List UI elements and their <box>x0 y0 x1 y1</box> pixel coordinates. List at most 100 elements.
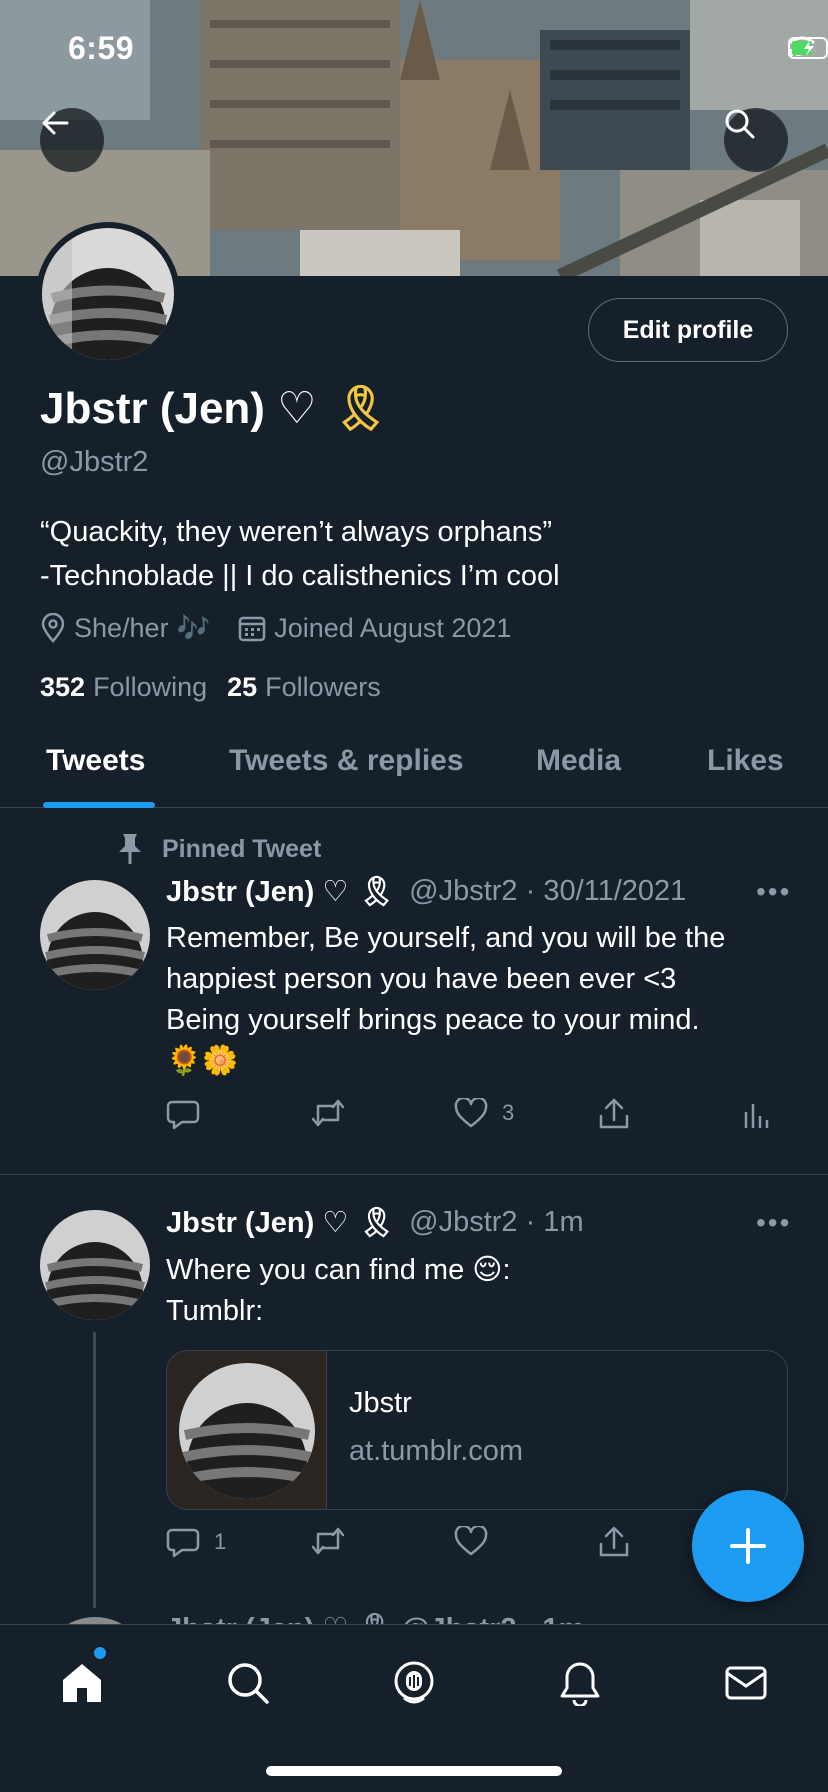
tweet-meta: @Jbstr2 · 1m <box>409 1206 584 1238</box>
analytics-button[interactable] <box>742 1098 772 1130</box>
following-count: 352 <box>40 672 86 702</box>
active-tab-indicator <box>43 802 155 808</box>
avatar-image <box>178 1363 315 1499</box>
ribbon-emoji: 🎗 <box>358 875 396 908</box>
tweet-avatar[interactable] <box>40 880 150 990</box>
retweet-button[interactable] <box>310 1098 346 1128</box>
reply-icon <box>166 1100 200 1130</box>
status-time: 6:59 <box>68 30 135 66</box>
tweet-author[interactable]: Jbstr (Jen) ♡ 🎗 <box>166 874 395 909</box>
thread-line <box>93 1332 96 1608</box>
followers-link[interactable]: 25 Followers <box>227 672 381 703</box>
retweet-icon <box>311 1527 345 1555</box>
search-button[interactable] <box>724 108 788 172</box>
next-tweet-avatar <box>40 1612 150 1624</box>
location-pin-icon <box>41 613 65 643</box>
link-card-title: Jbstr <box>349 1387 412 1419</box>
heart-icon <box>454 1098 488 1128</box>
nav-home[interactable] <box>54 1655 110 1711</box>
tweet-author[interactable]: Jbstr (Jen) ♡ 🎗 <box>166 1205 395 1240</box>
edit-profile-button[interactable]: Edit profile <box>588 298 788 362</box>
tab-likes[interactable]: Likes <box>707 744 784 778</box>
tweet-text: Where you can find me 😌: Tumblr: <box>166 1250 796 1332</box>
tweet-header: Jbstr (Jen) ♡ 🎗 @Jbstr2 · 30/11/2021 <box>166 874 686 909</box>
tweet-author-name: Jbstr (Jen) ♡ <box>166 876 349 908</box>
tweet-actions: 3 <box>166 1098 786 1138</box>
profile-avatar[interactable] <box>36 222 180 366</box>
more-options-button[interactable]: ••• <box>756 876 791 908</box>
tab-tweets[interactable]: Tweets <box>46 744 145 778</box>
bio-line-2: -Technoblade || I do calisthenics I’m co… <box>40 560 560 592</box>
joined-text: Joined August 2021 <box>274 612 512 643</box>
arrow-left-icon <box>42 111 69 135</box>
home-notification-dot <box>94 1647 106 1659</box>
calendar-icon <box>238 616 266 642</box>
profile-bio: “Quackity, they weren’t always orphans” … <box>40 510 800 598</box>
tab-media[interactable]: Media <box>536 744 621 778</box>
ribbon-emoji: 🎗 <box>358 1206 396 1239</box>
location-text: She/her <box>74 612 169 643</box>
tweet-text: Remember, Be yourself, and you will be t… <box>166 918 796 1082</box>
heart-icon <box>454 1526 488 1556</box>
search-icon <box>228 1663 269 1704</box>
tweet-line-4: 🌻🌼 <box>166 1045 239 1077</box>
share-button[interactable] <box>598 1526 630 1558</box>
reply-button[interactable]: 1 <box>166 1526 226 1558</box>
tweet-line-2: happiest person you have been ever <3 <box>166 963 677 995</box>
back-button[interactable] <box>40 108 104 172</box>
location-emoji: 🎶 <box>176 613 211 643</box>
share-icon <box>599 1098 629 1129</box>
following-label: Following <box>93 672 208 702</box>
like-button[interactable]: 3 <box>454 1098 514 1128</box>
followers-count: 25 <box>227 672 258 702</box>
display-name-text: Jbstr (Jen) ♡ <box>40 383 317 433</box>
location-item: She/her 🎶 <box>40 612 210 644</box>
link-card[interactable]: Jbstr at.tumblr.com <box>166 1350 788 1510</box>
compose-tweet-button[interactable] <box>692 1490 804 1602</box>
tweet-author-name: Jbstr (Jen) ♡ <box>166 1207 349 1239</box>
nav-spaces[interactable] <box>386 1655 442 1711</box>
reply-count: 1 <box>214 1529 227 1554</box>
tweet-line-1: Where you can find me 😌: <box>166 1254 511 1286</box>
tweet-line-3: Being yourself brings peace to your mind… <box>166 1004 700 1036</box>
link-card-domain: at.tumblr.com <box>349 1435 524 1467</box>
profile-tabs: Tweets Tweets & replies Media Likes <box>0 732 828 808</box>
followers-label: Followers <box>265 672 381 702</box>
tab-tweets-replies[interactable]: Tweets & replies <box>229 744 464 778</box>
reply-icon <box>166 1528 200 1558</box>
next-tweet-header: Jbstr (Jen) ♡ 🎗 @Jbstr2 · 1m <box>166 1608 584 1624</box>
home-indicator <box>266 1766 562 1776</box>
nav-search[interactable] <box>220 1655 276 1711</box>
share-icon <box>599 1526 629 1557</box>
tweet-header: Jbstr (Jen) ♡ 🎗 @Jbstr2 · 1m <box>166 1205 584 1240</box>
battery-icon <box>788 37 828 59</box>
avatar-image <box>40 880 150 990</box>
pinned-label: Pinned Tweet <box>116 832 321 866</box>
retweet-icon <box>311 1099 345 1127</box>
link-card-image <box>167 1351 327 1509</box>
profile-screen: 6:59 Edit profile Jbstr (Jen) ♡ 🎗 @Jbstr… <box>0 0 828 1792</box>
tweet-line-2: Tumblr: <box>166 1295 264 1327</box>
share-button[interactable] <box>598 1098 630 1130</box>
nav-notifications[interactable] <box>552 1655 608 1711</box>
more-options-button[interactable]: ••• <box>756 1207 791 1239</box>
ribbon-emoji: 🎗 <box>332 384 389 433</box>
pinned-text: Pinned Tweet <box>162 834 322 863</box>
profile-handle: @Jbstr2 <box>40 446 149 478</box>
following-link[interactable]: 352 Following <box>40 672 207 703</box>
tweet-divider <box>0 1174 828 1175</box>
profile-meta: She/her 🎶 Joined August 2021 <box>40 612 539 644</box>
plus-icon <box>730 1528 766 1564</box>
display-name: Jbstr (Jen) ♡ 🎗 <box>40 382 388 434</box>
retweet-button[interactable] <box>310 1526 346 1556</box>
tweet-avatar[interactable] <box>40 1210 150 1320</box>
spaces-icon <box>394 1661 434 1704</box>
bell-icon <box>560 1662 600 1706</box>
joined-item: Joined August 2021 <box>238 613 511 644</box>
analytics-icon <box>744 1104 769 1128</box>
follow-stats: 352 Following 25 Followers <box>40 672 401 703</box>
reply-button[interactable] <box>166 1098 200 1130</box>
bio-line-1: “Quackity, they weren’t always orphans” <box>40 516 553 548</box>
nav-messages[interactable] <box>718 1655 774 1711</box>
like-button[interactable] <box>454 1526 488 1556</box>
